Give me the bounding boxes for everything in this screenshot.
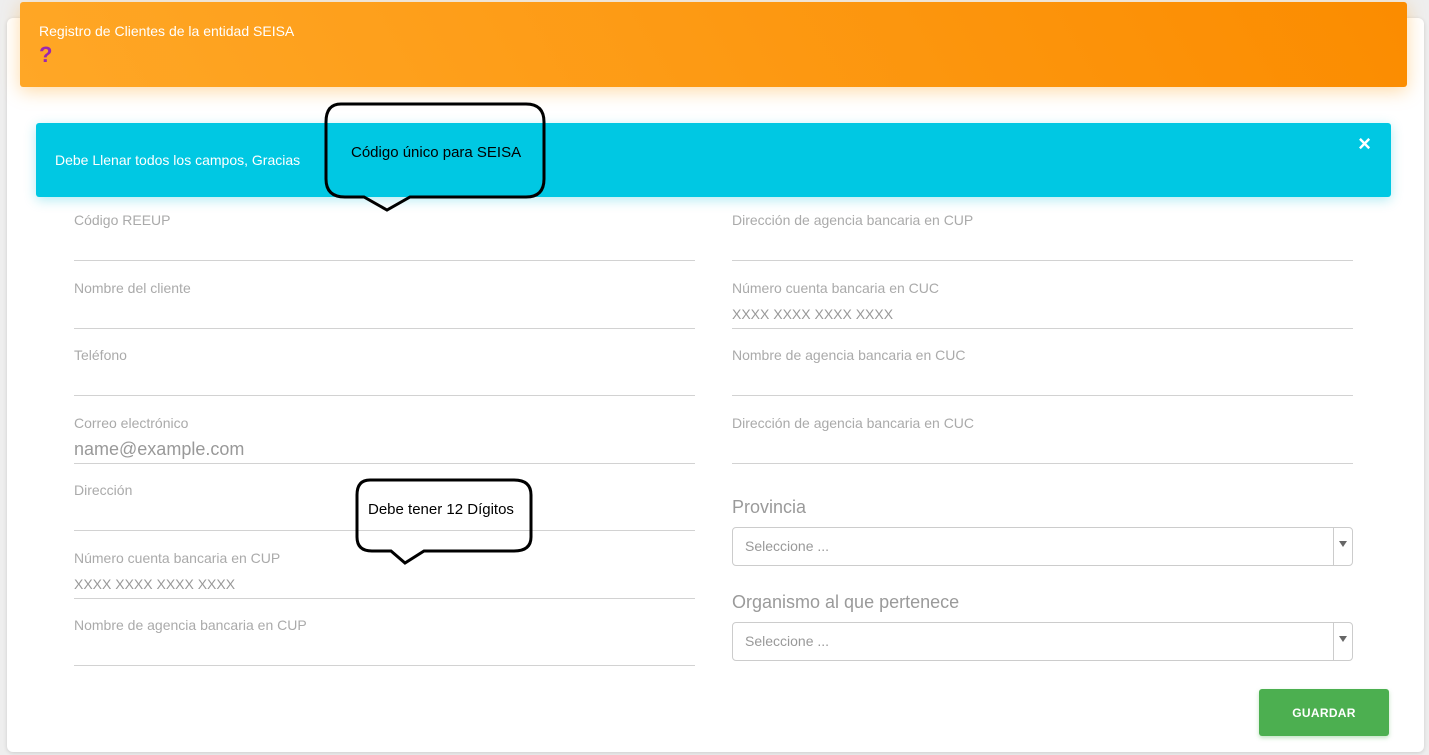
field-telefono: Teléfono xyxy=(74,347,695,415)
select-divider xyxy=(1333,623,1334,660)
field-label: Teléfono xyxy=(74,347,127,363)
field-direccion-agencia-cup: Dirección de agencia bancaria en CUP xyxy=(732,212,1353,280)
field-agencia-cuc: Nombre de agencia bancaria en CUC xyxy=(732,347,1353,415)
field-correo: Correo electrónico xyxy=(74,415,695,483)
callout-codigo: Código único para SEISA xyxy=(323,101,548,213)
field-cuenta-cuc: Número cuenta bancaria en CUC xyxy=(732,280,1353,348)
telefono-input[interactable] xyxy=(74,367,695,396)
field-label: Correo electrónico xyxy=(74,415,189,431)
field-codigo-reeup: Código REEUP xyxy=(74,212,695,280)
save-button[interactable]: GUARDAR xyxy=(1259,689,1389,736)
card-header: Registro de Clientes de la entidad SEISA… xyxy=(20,2,1407,87)
chevron-down-icon xyxy=(1339,636,1347,642)
callout-digitos-text: Debe tener 12 Dígitos xyxy=(368,501,514,518)
header-title: Registro de Clientes de la entidad SEISA xyxy=(39,23,295,39)
field-label: Nombre de agencia bancaria en CUC xyxy=(732,347,966,363)
codigo-reeup-input[interactable] xyxy=(74,232,695,261)
cuenta-cup-input[interactable] xyxy=(74,570,695,599)
speech-bubble-icon xyxy=(355,478,533,565)
field-label: Dirección xyxy=(74,482,133,498)
field-direccion-agencia-cuc: Dirección de agencia bancaria en CUC xyxy=(732,415,1353,483)
chevron-down-icon xyxy=(1339,541,1347,547)
field-agencia-cup: Nombre de agencia bancaria en CUP xyxy=(74,617,695,685)
field-label: Código REEUP xyxy=(74,212,171,228)
field-label: Número cuenta bancaria en CUP xyxy=(74,550,281,566)
callout-digitos: Debe tener 12 Dígitos xyxy=(354,477,535,566)
field-nombre-cliente: Nombre del cliente xyxy=(74,280,695,348)
field-label: Número cuenta bancaria en CUC xyxy=(732,280,939,296)
agencia-cuc-input[interactable] xyxy=(732,367,1353,396)
cuenta-cuc-input[interactable] xyxy=(732,300,1353,329)
provincia-select-value: Seleccione ... xyxy=(745,538,830,554)
field-label: Dirección de agencia bancaria en CUC xyxy=(732,415,975,431)
organismo-select-value: Seleccione ... xyxy=(745,633,830,649)
provincia-label: Provincia xyxy=(732,497,807,517)
organismo-select[interactable]: Seleccione ... xyxy=(732,622,1353,661)
direccion-agencia-cuc-input[interactable] xyxy=(732,435,1353,464)
field-label: Dirección de agencia bancaria en CUP xyxy=(732,212,974,228)
field-label: Nombre del cliente xyxy=(74,280,191,296)
alert-message: Debe Llenar todos los campos, Gracias xyxy=(55,152,301,168)
question-mark-icon[interactable]: ? xyxy=(39,42,52,68)
agencia-cup-input[interactable] xyxy=(74,637,695,666)
callout-codigo-text: Código único para SEISA xyxy=(351,144,522,161)
select-divider xyxy=(1333,528,1334,565)
nombre-cliente-input[interactable] xyxy=(74,300,695,329)
provincia-select[interactable]: Seleccione ... xyxy=(732,527,1353,566)
correo-input[interactable] xyxy=(74,435,695,464)
field-label: Nombre de agencia bancaria en CUP xyxy=(74,617,307,633)
close-icon[interactable]: × xyxy=(1358,131,1371,157)
organismo-label: Organismo al que pertenece xyxy=(732,592,960,612)
direccion-agencia-cup-input[interactable] xyxy=(732,232,1353,261)
alert-banner: Debe Llenar todos los campos, Gracias × xyxy=(36,123,1391,197)
